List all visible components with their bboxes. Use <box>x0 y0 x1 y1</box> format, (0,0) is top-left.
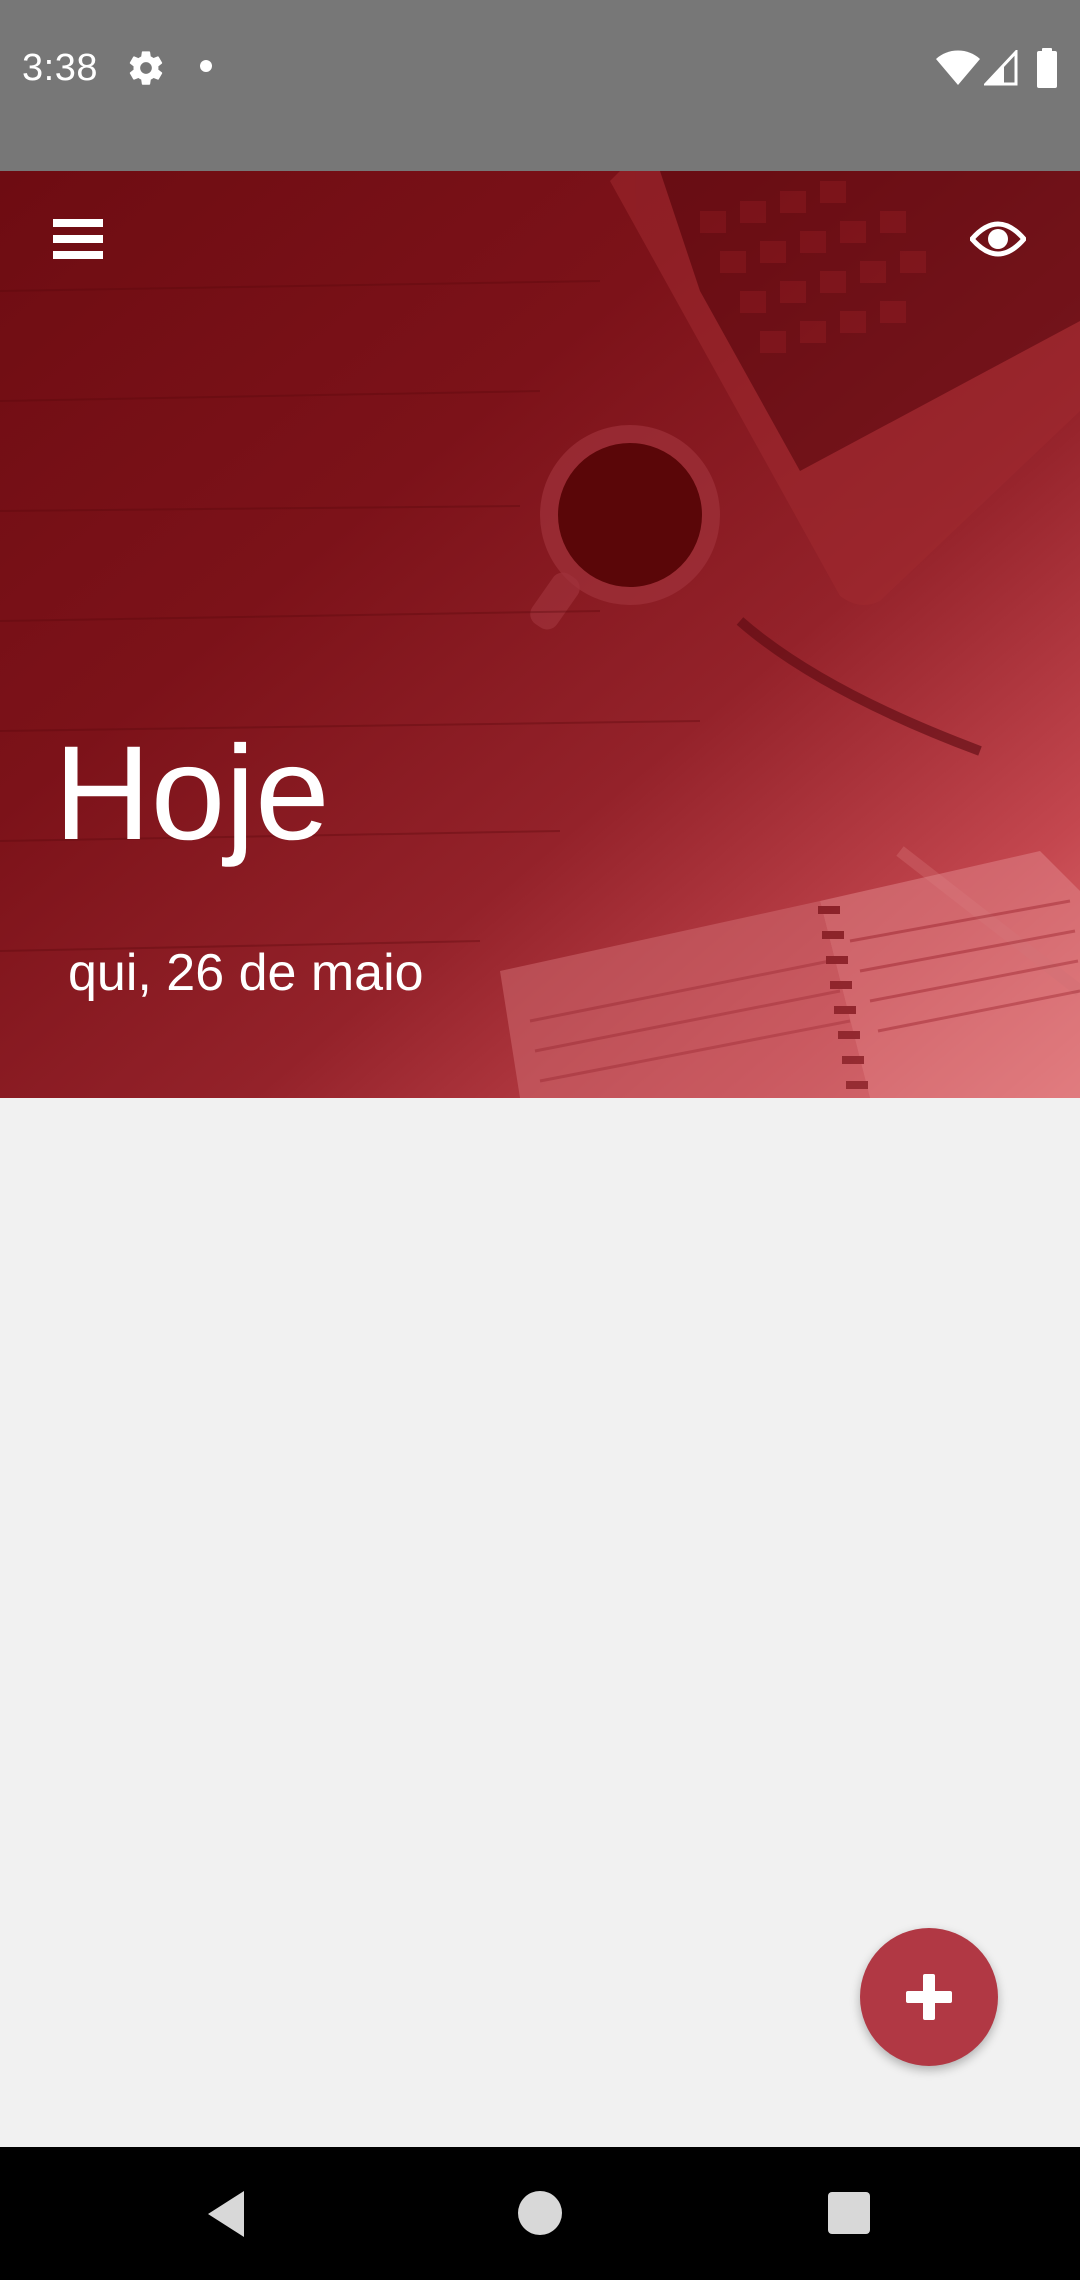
recents-square-icon[interactable] <box>828 2192 870 2234</box>
page-title: Hoje <box>54 719 330 868</box>
header-hero: Hoje qui, 26 de maio <box>0 171 1080 1098</box>
notification-dot-icon <box>200 60 212 72</box>
home-circle-icon[interactable] <box>518 2191 562 2235</box>
current-date: qui, 26 de maio <box>68 944 424 1002</box>
status-bar: 3:38 <box>0 0 1080 171</box>
hamburger-menu-icon <box>53 219 103 259</box>
eye-icon <box>970 221 1026 257</box>
battery-icon <box>1037 48 1057 88</box>
visibility-toggle-button[interactable] <box>958 201 1038 277</box>
app-screen: 3:38 Hoje qui, 26 de maio <box>0 0 1080 2280</box>
back-triangle-icon[interactable] <box>204 2189 250 2239</box>
add-task-button[interactable] <box>860 1928 998 2066</box>
system-nav-bar <box>0 2147 1080 2280</box>
plus-icon <box>906 1974 952 2020</box>
wifi-icon <box>936 50 980 85</box>
settings-gear-icon <box>129 51 163 85</box>
cell-signal-icon <box>984 50 1018 86</box>
status-time: 3:38 <box>22 47 98 89</box>
menu-button[interactable] <box>40 201 116 277</box>
